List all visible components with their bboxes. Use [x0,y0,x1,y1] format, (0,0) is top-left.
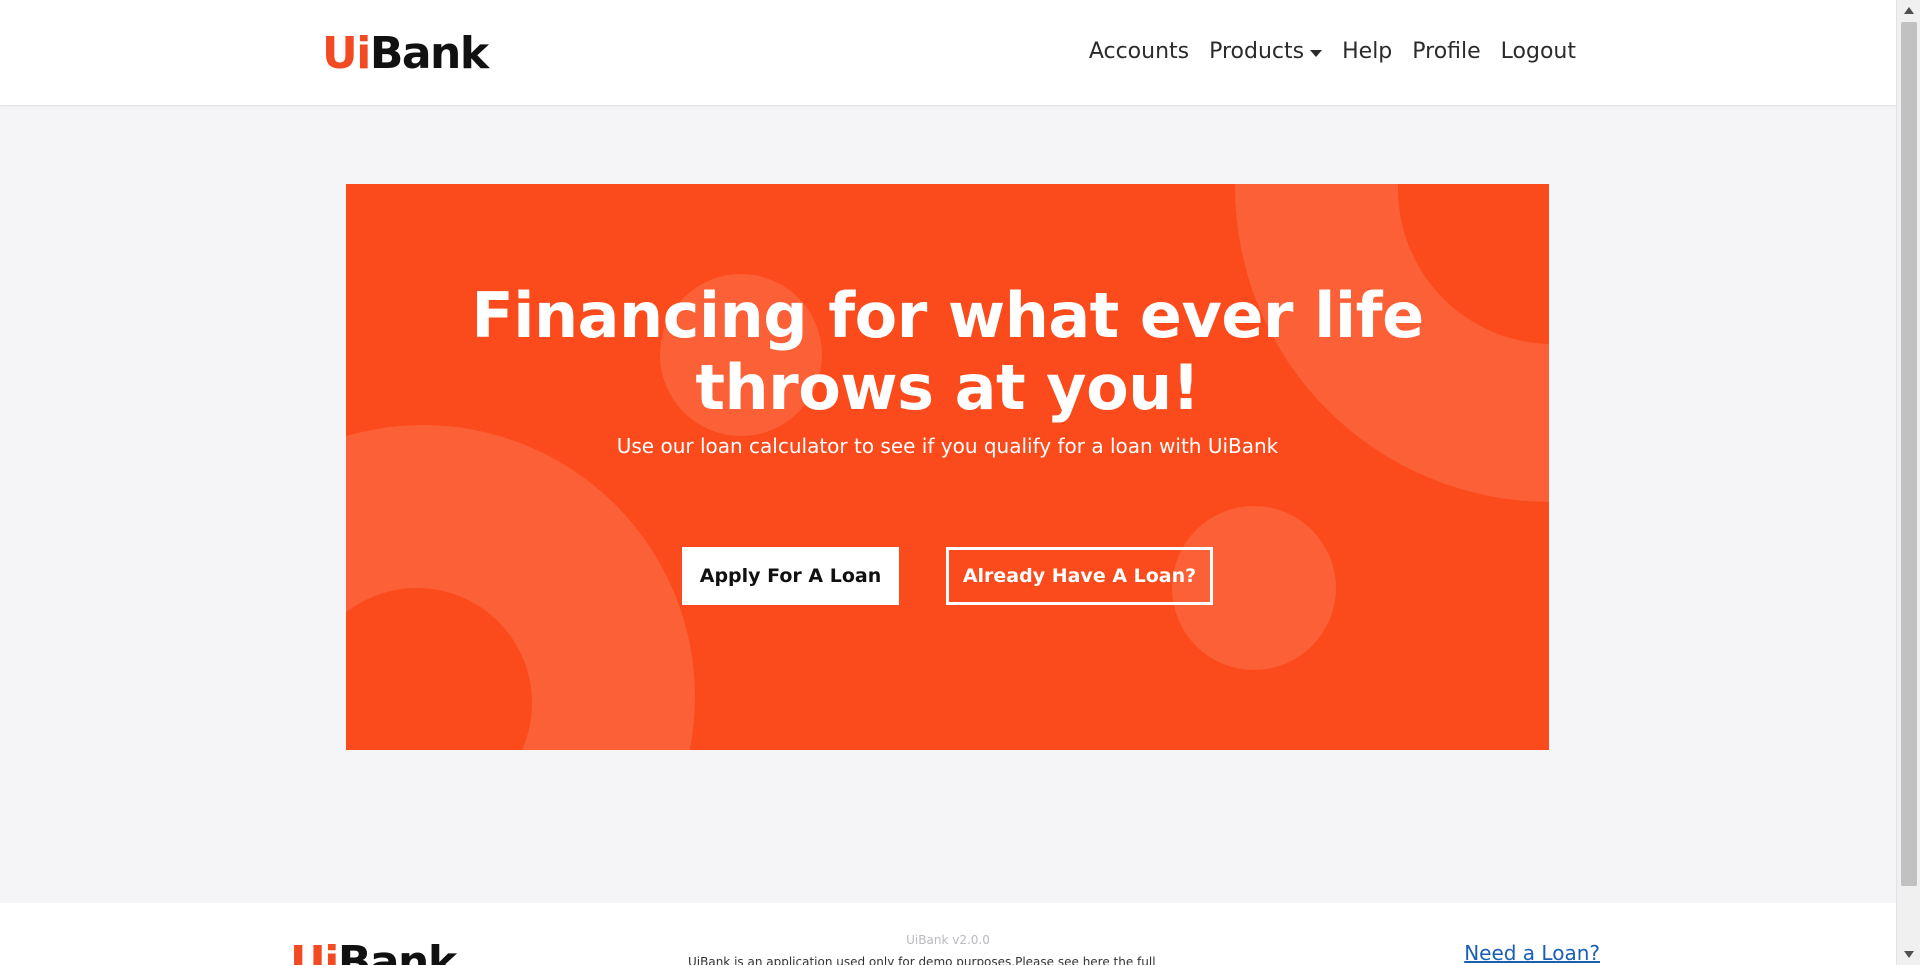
nav-products[interactable]: Products [1199,36,1332,68]
vertical-scrollbar[interactable] [1896,0,1920,965]
navbar: UiBank Accounts Products Help Profile Lo… [0,0,1896,106]
hero-title-line1: Financing for what ever life [471,279,1424,352]
footer: UiBank UiBank v2.0.0 UiBank is an applic… [0,903,1896,965]
scroll-up-arrow-icon[interactable] [1904,7,1914,14]
hero-title: Financing for what ever life throws at y… [346,280,1549,424]
hero-subtitle: Use our loan calculator to see if you qu… [616,434,1279,458]
hero-banner: Financing for what ever life throws at y… [346,184,1549,750]
logo-ui-text: Ui [322,28,371,79]
chevron-down-icon [1310,49,1323,57]
nav-help[interactable]: Help [1332,36,1402,68]
hero-title-line2: throws at you! [695,351,1200,424]
nav-profile[interactable]: Profile [1402,36,1490,68]
logo-bank-text: Bank [369,28,489,79]
nav-products-label: Products [1209,39,1305,64]
scroll-thumb[interactable] [1901,22,1917,886]
nav-accounts[interactable]: Accounts [1079,36,1199,68]
already-have-loan-button[interactable]: Already Have A Loan? [946,547,1213,605]
apply-for-loan-button[interactable]: Apply For A Loan [682,547,899,605]
scroll-down-arrow-icon[interactable] [1904,951,1914,958]
version-label: UiBank v2.0.0 [906,933,990,947]
footer-disclaimer: UiBank is an application used only for d… [688,955,1156,965]
page: UiBank Accounts Products Help Profile Lo… [0,0,1896,965]
main-nav: Accounts Products Help Profile Logout [1079,36,1586,68]
logo[interactable]: UiBank [322,26,489,82]
nav-logout[interactable]: Logout [1491,36,1586,68]
need-loan-link[interactable]: Need a Loan? [1464,941,1600,965]
